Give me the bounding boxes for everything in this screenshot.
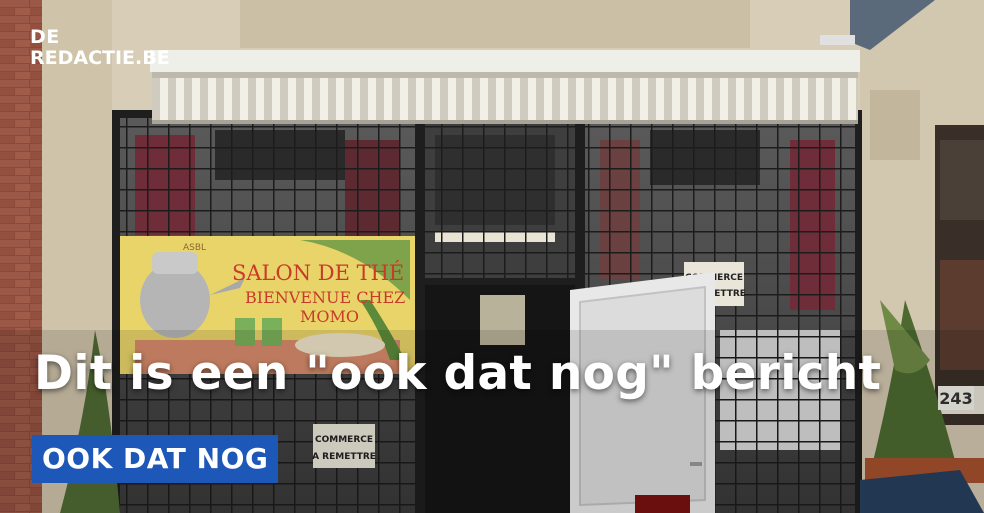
category-tag[interactable]: OOK DAT NOG: [32, 435, 279, 483]
video-thumbnail[interactable]: COMMERCE A REMETTRE COMMERCE A REMETTRE …: [0, 0, 984, 513]
svg-text:MOMO: MOMO: [300, 307, 359, 326]
brand-logo-line2: REDACTIE.BE: [30, 47, 170, 69]
svg-text:ASBL: ASBL: [183, 243, 206, 253]
brand-logo-line1: DE: [30, 26, 60, 48]
brand-logo[interactable]: DE REDACTIE.BE: [30, 28, 170, 68]
svg-text:BIENVENUE CHEZ: BIENVENUE CHEZ: [245, 288, 405, 307]
svg-text:SALON DE THÉ: SALON DE THÉ: [232, 261, 404, 285]
headline: Dit is een "ook dat nog" bericht: [34, 346, 882, 401]
